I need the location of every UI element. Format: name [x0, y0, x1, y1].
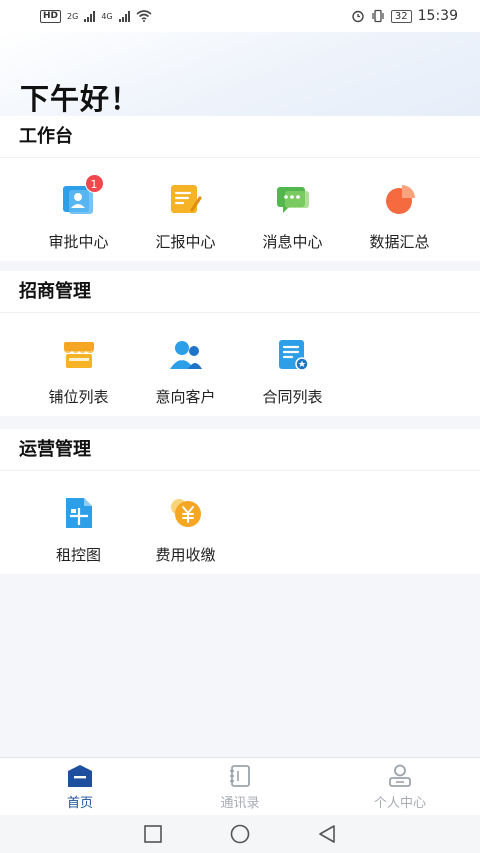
tab-label: 通讯录	[220, 796, 260, 811]
clock: 15:39	[417, 8, 458, 24]
tile-fee-collection[interactable]: 费用收缴	[132, 471, 239, 565]
tile-intended-customers[interactable]: 意向客户	[132, 313, 239, 407]
alarm-icon	[352, 10, 364, 23]
square-icon	[144, 825, 163, 843]
system-navigation-bar	[0, 815, 480, 853]
recent-apps-button[interactable]	[140, 823, 166, 845]
tile-label: 铺位列表	[48, 388, 109, 406]
tile-contract-list[interactable]: 合同列表	[239, 313, 346, 407]
status-right: 32 15:39	[351, 8, 458, 24]
yuan-coin-icon	[168, 495, 204, 531]
tab-profile[interactable]: 个人中心	[320, 758, 480, 815]
network-4g-label: 4G	[101, 11, 113, 21]
section-title-leasing: 招商管理	[0, 271, 480, 313]
workbench-grid: 1 审批中心 汇报中心 消息中心 数据汇总	[0, 158, 480, 252]
tile-label: 汇报中心	[155, 233, 216, 251]
report-icon	[168, 182, 204, 218]
signal-icon-2	[118, 10, 130, 22]
greeting-text: 下午好！	[20, 82, 141, 116]
section-leasing-management: 招商管理 铺位列表 意向客户 合同列表	[0, 271, 480, 416]
pie-chart-icon	[382, 182, 418, 218]
hd-indicator: HD	[40, 9, 62, 23]
tab-home[interactable]: 首页	[0, 758, 160, 815]
tile-label: 意向客户	[155, 388, 216, 406]
battery-icon: 32	[390, 9, 412, 23]
customers-icon	[168, 337, 204, 373]
section-operations-management: 运营管理 租控图 费用收缴	[0, 429, 480, 574]
status-left: HD 2G 4G	[40, 9, 152, 23]
person-icon	[389, 764, 411, 787]
message-icon	[275, 182, 311, 218]
tile-message-center[interactable]: 消息中心	[239, 158, 346, 252]
tile-rent-control-map[interactable]: 租控图	[25, 471, 132, 565]
approval-icon: 1	[61, 174, 104, 218]
circle-icon	[230, 824, 250, 844]
tab-label: 个人中心	[373, 796, 426, 811]
leasing-grid: 铺位列表 意向客户 合同列表	[0, 313, 480, 407]
section-title-operations: 运营管理	[0, 429, 480, 471]
tile-approval-center[interactable]: 1 审批中心	[25, 158, 132, 252]
home-button[interactable]	[227, 823, 253, 845]
tile-label: 合同列表	[262, 388, 323, 406]
vibrate-icon	[372, 9, 384, 23]
greeting-header: 下午好！	[0, 32, 480, 116]
status-bar: HD 2G 4G 32 15:39	[0, 0, 480, 32]
back-button[interactable]	[314, 823, 340, 845]
tile-label: 数据汇总	[369, 233, 430, 251]
contacts-icon	[230, 765, 250, 787]
tile-label: 租控图	[55, 546, 101, 564]
bottom-tab-bar: 首页 通讯录 个人中心	[0, 757, 480, 815]
tile-data-summary[interactable]: 数据汇总	[346, 158, 453, 252]
floor-plan-icon	[61, 495, 97, 531]
signal-icon	[84, 10, 96, 22]
tile-label: 费用收缴	[155, 546, 216, 564]
wifi-icon	[136, 10, 152, 22]
tile-label: 审批中心	[48, 233, 109, 251]
operations-grid: 租控图 费用收缴	[0, 471, 480, 565]
section-workbench: 工作台 1 审批中心 汇报中心 消息中心 数据汇总	[0, 116, 480, 261]
back-triangle-icon	[318, 825, 335, 843]
approval-badge: 1	[84, 174, 104, 193]
home-icon	[68, 765, 92, 787]
section-title-workbench: 工作台	[0, 116, 480, 158]
contract-icon	[275, 337, 311, 373]
tile-label: 消息中心	[262, 233, 323, 251]
tab-label: 首页	[66, 796, 93, 811]
tile-shop-list[interactable]: 铺位列表	[25, 313, 132, 407]
network-2g-label: 2G	[67, 11, 79, 21]
shop-icon	[61, 337, 97, 373]
tile-report-center[interactable]: 汇报中心	[132, 158, 239, 252]
tab-contacts[interactable]: 通讯录	[160, 758, 320, 815]
